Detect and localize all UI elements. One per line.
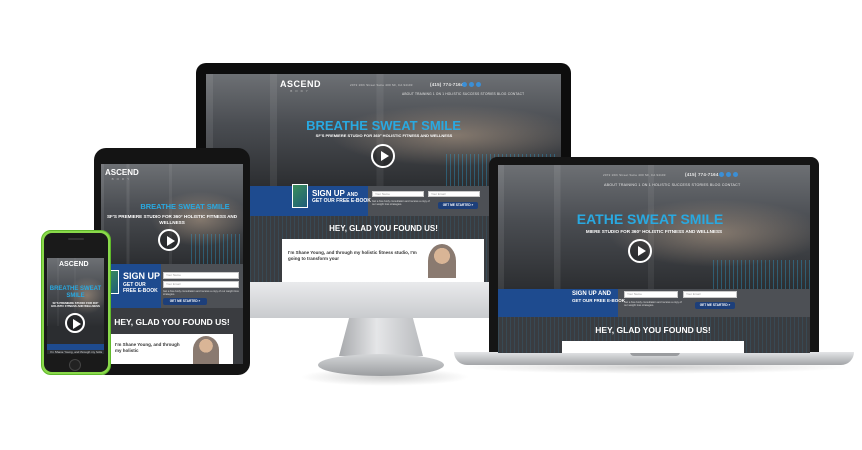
imac-stand-neck (339, 318, 423, 356)
facebook-icon[interactable] (719, 172, 724, 177)
name-input[interactable]: Your Name (624, 291, 678, 298)
header-phone[interactable]: (415) 774-7164 (430, 82, 464, 87)
iphone-screen: ASCEND BREATHE SWEAT SMILE SF'S PREMIERE… (47, 258, 104, 354)
signup-description: Get a free body consultation and receive… (163, 290, 239, 297)
trainer-photo (428, 244, 456, 278)
get-started-button[interactable]: GET ME STARTED » (163, 298, 207, 305)
logo-subtext: BODY (111, 177, 133, 181)
logo-wordmark: ASCEND (59, 261, 89, 268)
iphone-home-button[interactable] (69, 359, 81, 371)
macbook-screen: 2072 16th Street Suite 400 SF, CA 94103 … (498, 165, 810, 353)
play-icon[interactable] (65, 313, 85, 333)
signup-subheading: GET OUR FREE E-BOOK (312, 198, 371, 204)
imac-stand-foot (318, 354, 444, 376)
hero-subtitle: SF'S PREMIERE STUDIO FOR 360° HOLISTIC F… (106, 214, 238, 225)
main-nav[interactable]: ABOUT TRAINING 1 ON 1 HOLISTIC SUCCESS S… (604, 183, 740, 187)
hero-subtitle: SF'S PREMIERE STUDIO FOR 360° HOLISTIC F… (51, 301, 100, 309)
hey-heading: HEY, GLAD YOU FOUND US! (329, 224, 438, 233)
hey-heading: HEY, GLAD YOU FOUND US! (595, 325, 711, 335)
get-started-button[interactable]: GET ME STARTED » (438, 202, 478, 209)
iphone-speaker (68, 238, 84, 240)
signup-subheading: GET OUR FREE E-BOOK (123, 282, 158, 294)
instagram-icon[interactable] (733, 172, 738, 177)
intro-text: I'm Shane Young, and through my holistic (115, 342, 180, 353)
hero-title: EATHE SWEAT SMILE (576, 211, 724, 227)
hero-equalizer-decor (713, 260, 810, 289)
name-input[interactable]: Your Name (163, 272, 239, 279)
logo-wordmark: ASCEND (280, 79, 322, 89)
play-icon[interactable] (371, 144, 395, 168)
intro-text: I'm Shane Young, and through my holistic… (288, 250, 417, 261)
signup-heading: SIGN UP AND (572, 291, 612, 297)
hero-title: BREATHE SWEAT SMILE (306, 118, 461, 133)
email-input[interactable]: Your Email (428, 191, 480, 197)
trainer-photo (193, 336, 219, 364)
signup-description: Get a free body consultation and receive… (624, 301, 682, 308)
play-icon[interactable] (628, 239, 652, 263)
signup-heading: SIGN UP (123, 271, 161, 281)
site-logo[interactable]: ASCEND BODY (105, 168, 139, 181)
twitter-icon[interactable] (469, 82, 474, 87)
twitter-icon[interactable] (726, 172, 731, 177)
hey-heading: HEY, GLAD YOU FOUND US! (114, 317, 230, 327)
hero-title: BREATHE SWEAT SMILE (140, 202, 230, 211)
logo-wordmark: ASCEND (105, 168, 139, 177)
header-address: 2072 16th Street Suite 400 SF, CA 94103 (603, 173, 666, 177)
hero-equalizer-decor (191, 234, 243, 264)
get-started-button[interactable]: GET ME STARTED » (695, 302, 735, 309)
device-mockup-stage: ASCEND BODY 2072 16th Street Suite 400 S… (0, 0, 862, 450)
signup-subheading: GET OUR FREE E-BOOK (572, 298, 626, 303)
hero-subtitle: SF'S PREMIERE STUDIO FOR 360° HOLISTIC F… (315, 133, 453, 138)
ipad-screen: ASCEND BODY BREATHE SWEAT SMILE SF'S PRE… (101, 164, 243, 364)
play-icon[interactable] (158, 229, 180, 251)
signup-heading-line1: SIGN UP (312, 189, 345, 198)
instagram-icon[interactable] (476, 82, 481, 87)
site-logo[interactable]: ASCEND BODY (280, 79, 321, 93)
header-address: 2072 16th Street Suite 400 SF, CA 94103 (350, 83, 413, 87)
email-input[interactable]: Your Email (163, 281, 239, 288)
name-input[interactable]: Your Name (372, 191, 424, 197)
ebook-cover-image (292, 184, 308, 208)
intro-text: I'm Shane Young, and through my holistic (50, 350, 102, 354)
signup-description: Get a free body consultation and receive… (372, 200, 430, 207)
signup-heading: SIGN UP AND (312, 190, 358, 198)
main-nav[interactable]: ABOUT TRAINING 1 ON 1 HOLISTIC SUCCESS S… (402, 92, 524, 96)
email-input[interactable]: Your Email (683, 291, 737, 298)
header-phone[interactable]: (415) 774-7164 (685, 172, 719, 177)
intro-card (562, 341, 744, 353)
hero-title: BREATHE SWEAT SMILE (49, 286, 102, 299)
site-logo[interactable]: ASCEND (59, 261, 89, 268)
facebook-icon[interactable] (462, 82, 467, 87)
hero-subtitle: MIERE STUDIO FOR 360° HOLISTIC FITNESS A… (585, 229, 723, 234)
logo-subtext: BODY (290, 89, 311, 93)
